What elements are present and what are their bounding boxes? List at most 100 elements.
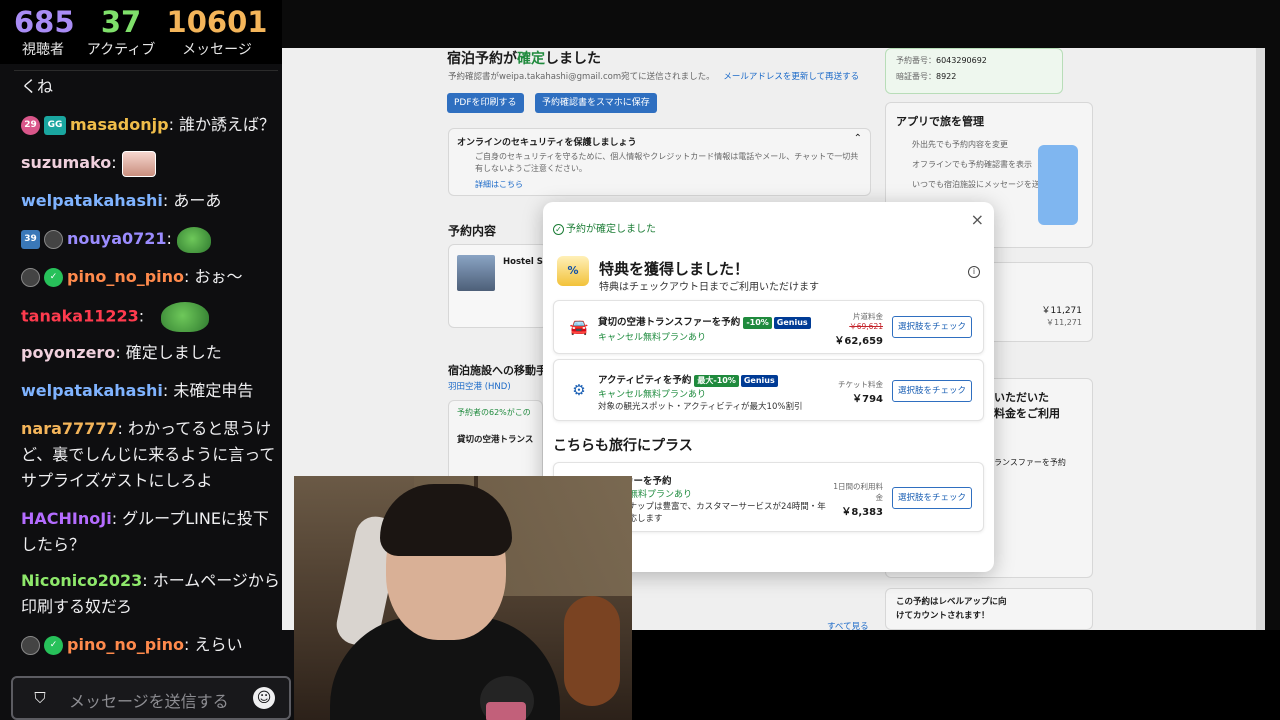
verified-badge-icon: ✓ — [44, 268, 63, 287]
level-up-text-1: この予約はレベルアップに向 — [896, 597, 1007, 607]
transport-heading: 宿泊施設への移動手 — [448, 364, 547, 377]
viewer-count-value: 685 — [14, 5, 75, 39]
genius-badge: Genius — [773, 317, 811, 329]
chat-message: welpatakahashi: あーあ — [21, 191, 222, 210]
price-total: ￥11,271 — [1041, 306, 1083, 316]
gear-icon: ⚙ — [572, 381, 586, 399]
print-pdf-button[interactable]: PDFを印刷する — [447, 93, 524, 113]
page-title-prefix: 宿泊予約が — [447, 51, 517, 67]
chat-input[interactable]: ⛉ メッセージを送信する ☺ — [11, 676, 291, 720]
offer-activity[interactable]: ⚙ アクティビティを予約 最大-10% Genius キャンセル無料プランあり 対象… — [553, 359, 984, 421]
page-title-suffix: しました — [545, 51, 601, 67]
chat-message: 39 nouya0721: — [21, 226, 283, 253]
security-body-2: 有しないようご注意ください。 — [475, 164, 587, 173]
chat-username[interactable]: suzumako — [21, 153, 111, 172]
message-text: えらい — [194, 635, 243, 654]
chat-message: 29 GG masadonjp: 誰か誘えば？ — [21, 112, 283, 138]
message-text: おぉ～ — [194, 267, 243, 286]
offer-airport-transfer[interactable]: 🚘 貸切の空港トランスファーを予約 -10% Genius キャンセル無料プランあり… — [553, 300, 984, 354]
chat-username[interactable]: pino_no_pino — [67, 267, 184, 286]
see-all-link[interactable]: すべて見る — [827, 620, 869, 630]
frog-emote-icon — [161, 302, 210, 332]
chat-username[interactable]: nara77777 — [21, 419, 118, 438]
chat-message: Niconico2023: ホームページから印刷する奴だろ — [21, 571, 280, 616]
chat-input-placeholder[interactable]: メッセージを送信する — [69, 688, 229, 712]
subscriber-badge-icon: 29 — [21, 116, 40, 135]
collapse-icon[interactable]: ⌃ — [854, 133, 862, 144]
genius-badge: Genius — [740, 375, 778, 387]
channel-badge-icon — [21, 268, 40, 287]
emoji-icon[interactable]: ☺ — [253, 687, 275, 709]
chat-username[interactable]: HACHInoJi — [21, 509, 112, 528]
stream-screen: 685 視聴者 37 アクティブ 10601 メッセージ くね 29 GG masa… — [0, 0, 1280, 720]
transfer-card-title: 貸切の空港トランス — [457, 435, 534, 445]
save-to-phone-button[interactable]: 予約確認書をスマホに保存 — [535, 93, 657, 113]
offer-name: 貸切の空港トランスファーを予約 -10% Genius — [598, 314, 811, 329]
side-promo-title-2: 料金をご利用 — [994, 407, 1060, 420]
airport-select[interactable]: 羽田空港 (HND) — [448, 380, 511, 392]
email-change-link[interactable]: メールアドレスを更新して再送する — [723, 72, 859, 82]
shield-icon[interactable]: ⛉ — [31, 689, 49, 707]
page-scrollbar[interactable] — [1256, 48, 1265, 630]
chat-message: nara77777: わかってると思うけど、裏でしんじに来るように言ってサプライ… — [21, 419, 276, 490]
verified-badge-icon: ✓ — [44, 636, 63, 655]
offer-name-text: アクティビティを予約 — [598, 375, 692, 386]
message-text: 未確定申告 — [173, 381, 254, 400]
chat-divider — [14, 70, 278, 71]
message-text: 誰か誘えば？ — [179, 115, 276, 134]
offer-price: ￥8,383 — [841, 507, 883, 518]
chat-message: welpatakahashi: 未確定申告 — [21, 381, 254, 400]
car-icon: 🚘 — [569, 318, 589, 336]
app-item: いつでも宿泊施設にメッセージを送信 — [912, 180, 1048, 189]
booking-number-label: 予約番号： — [896, 56, 936, 65]
chat-username[interactable]: welpatakahashi — [21, 191, 163, 210]
booking-confirmed-text: 予約が確定しました — [566, 224, 656, 235]
check-options-button[interactable]: 選択肢をチェック — [892, 316, 972, 338]
security-notice: オンラインのセキュリティを保護しましょう ご自身のセキュリティを守るために、個人… — [448, 128, 871, 196]
close-icon[interactable]: × — [971, 210, 984, 229]
booking-number-value: 6043290692 — [936, 56, 987, 65]
check-options-button[interactable]: 選択肢をチェック — [892, 380, 972, 402]
chat-username[interactable]: tanaka11223 — [21, 307, 139, 326]
chat-username[interactable]: nouya0721 — [67, 229, 167, 248]
active-count-label: アクティブ — [86, 42, 156, 58]
message-text: 確定しました — [125, 343, 222, 362]
chat-panel[interactable]: くね 29 GG masadonjp: 誰か誘えば？ suzumako: welpa… — [0, 64, 294, 720]
chat-message: poyonzero: 確定しました — [21, 343, 222, 362]
discount-badge: -10% — [743, 317, 772, 329]
chat-username[interactable]: masadonjp — [70, 115, 169, 134]
info-icon[interactable]: i — [968, 266, 980, 278]
channel-badge-icon — [21, 636, 40, 655]
guitar — [564, 596, 620, 706]
offer-name-text: 貸切の空港トランスファーを予約 — [598, 317, 741, 328]
chat-message: くね — [21, 74, 283, 100]
perk-title: 特典を獲得しました！ — [599, 260, 750, 278]
offer-name: アクティビティを予約 最大-10% Genius — [598, 372, 778, 387]
percent-gift-icon: % — [557, 256, 589, 286]
chat-username[interactable]: Niconico2023 — [21, 571, 142, 590]
side-promo-title-1: いただいた — [994, 391, 1049, 404]
free-cancel-note: キャンセル無料プランあり — [598, 390, 707, 400]
chat-username[interactable]: poyonzero — [21, 343, 115, 362]
hostel-card[interactable]: Hostel SA — [448, 244, 549, 328]
offer-price: ￥794 — [852, 394, 883, 405]
offer-description: ンナップは豊富で、カスタマーサービスが24時間・年 — [620, 502, 826, 512]
message-count-value: 10601 — [166, 5, 268, 39]
viewer-count: 685 視聴者 — [14, 5, 75, 60]
booking-number: 予約番号：6043290692 — [896, 55, 987, 66]
chat-username[interactable]: pino_no_pino — [67, 635, 184, 654]
chat-username[interactable]: welpatakahashi — [21, 381, 163, 400]
chat-message: tanaka11223: — [21, 302, 283, 332]
page-title-accent: 確定 — [517, 51, 545, 67]
security-title: オンラインのセキュリティを保護しましょう — [457, 138, 637, 148]
security-more-link[interactable]: 詳細はこちら — [475, 179, 523, 190]
check-options-button[interactable]: 選択肢をチェック — [892, 487, 972, 509]
price-label: 1日間の利用料金 — [833, 482, 883, 502]
frog-emote-icon — [177, 226, 212, 253]
stream-stats-bar: 685 視聴者 37 アクティブ 10601 メッセージ — [0, 0, 282, 64]
pin-code-value: 8922 — [936, 72, 957, 81]
offer-price: ￥62,659 — [834, 336, 883, 347]
add-to-trip-heading: こちらも旅行にプラス — [553, 438, 693, 454]
security-body-1: ご自身のセキュリティを守るために、個人情報やクレジットカード情報は電話やメール、… — [475, 152, 859, 161]
app-item: オフラインでも予約確認書を表示 — [912, 160, 1032, 169]
